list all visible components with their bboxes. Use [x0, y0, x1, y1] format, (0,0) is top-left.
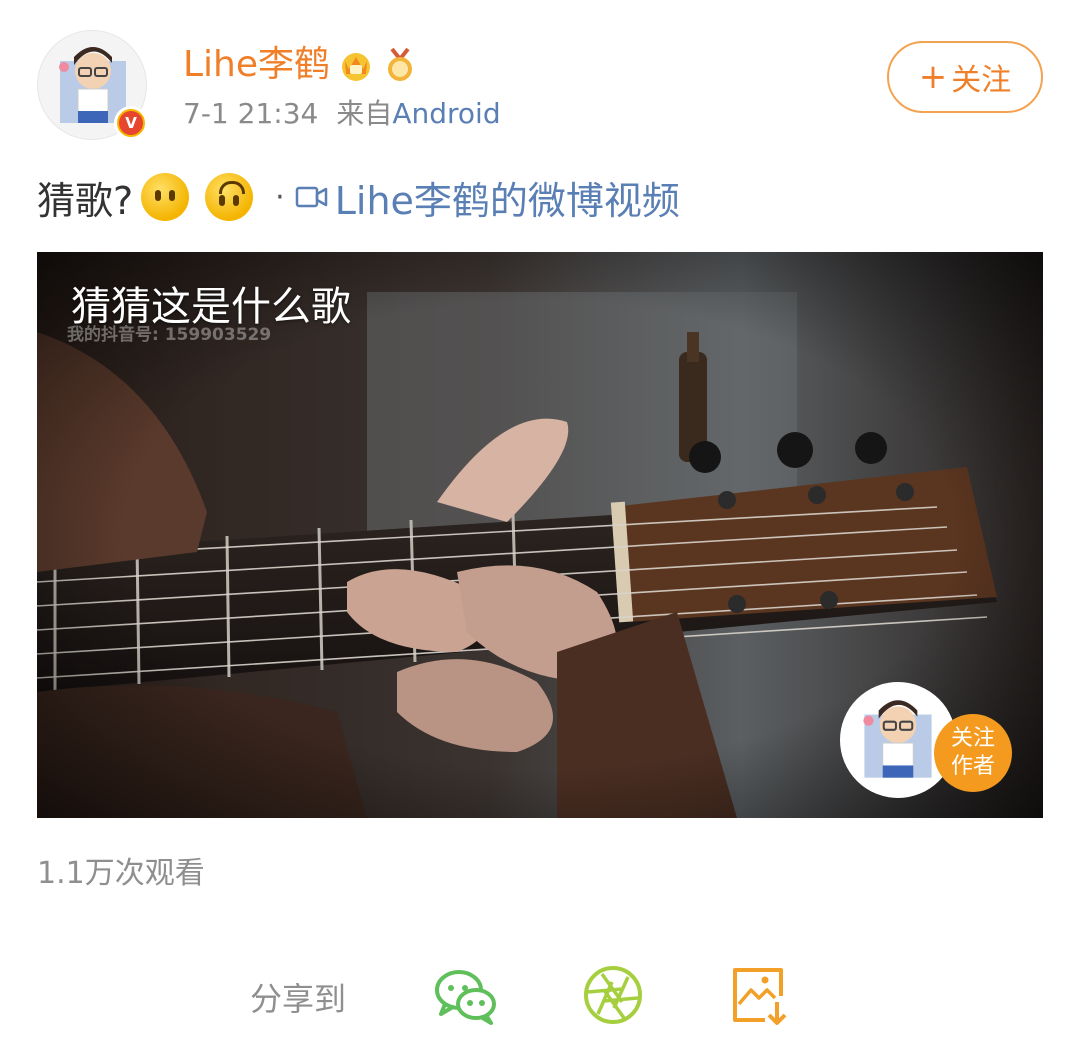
follow-button[interactable]: + 关注: [887, 41, 1043, 113]
upside-down-face-emoji: [205, 173, 254, 221]
video-link-label: Lihe李鹤的微博视频: [334, 178, 680, 223]
view-count: 1.1万次观看: [37, 856, 205, 891]
share-label: 分享到: [250, 980, 347, 1018]
post-body-text: 猜歌?: [37, 178, 134, 223]
plus-icon: +: [918, 57, 948, 97]
weibo-post-page: V Lihe李鹤 7-1 21:34 来自Android + 关注 猜歌? · …: [0, 0, 1080, 1059]
crown-vip-icon[interactable]: [338, 47, 374, 83]
post-text: 猜歌? · Lihe李鹤的微博视频: [37, 170, 680, 224]
wechat-icon[interactable]: [431, 960, 501, 1030]
follow-author-label-1: 关注: [950, 726, 995, 751]
video-camera-icon: [295, 186, 327, 208]
follow-author-label-2: 作者: [950, 754, 995, 779]
follow-label: 关注: [951, 63, 1012, 98]
post-meta: 7-1 21:34 来自Android: [183, 94, 501, 134]
moments-icon[interactable]: [578, 960, 648, 1030]
user-avatar-container[interactable]: V: [37, 30, 148, 140]
verified-mark: V: [119, 111, 143, 135]
medal-icon[interactable]: [382, 47, 418, 83]
separator-dot: ·: [275, 179, 285, 215]
verified-badge: V: [114, 106, 148, 140]
video-link[interactable]: Lihe李鹤的微博视频: [295, 170, 680, 225]
save-image-icon[interactable]: [725, 960, 795, 1030]
video-overlay-title: 猜猜这是什么歌: [71, 284, 351, 330]
username[interactable]: Lihe李鹤: [183, 40, 330, 90]
follow-author-button[interactable]: 关注 作者: [934, 714, 1012, 792]
source-link[interactable]: Android: [392, 97, 500, 130]
source-prefix: 来自: [336, 97, 393, 130]
neutral-face-emoji: [141, 173, 190, 221]
video-player[interactable]: 我的抖音号: 159903529 猜猜这是什么歌 关注 作者: [37, 252, 1043, 818]
share-row: 分享到: [0, 960, 1080, 1030]
follow-author-widget[interactable]: 关注 作者: [840, 682, 1015, 802]
post-time: 7-1 21:34: [183, 97, 319, 130]
username-row: Lihe李鹤: [183, 40, 418, 90]
